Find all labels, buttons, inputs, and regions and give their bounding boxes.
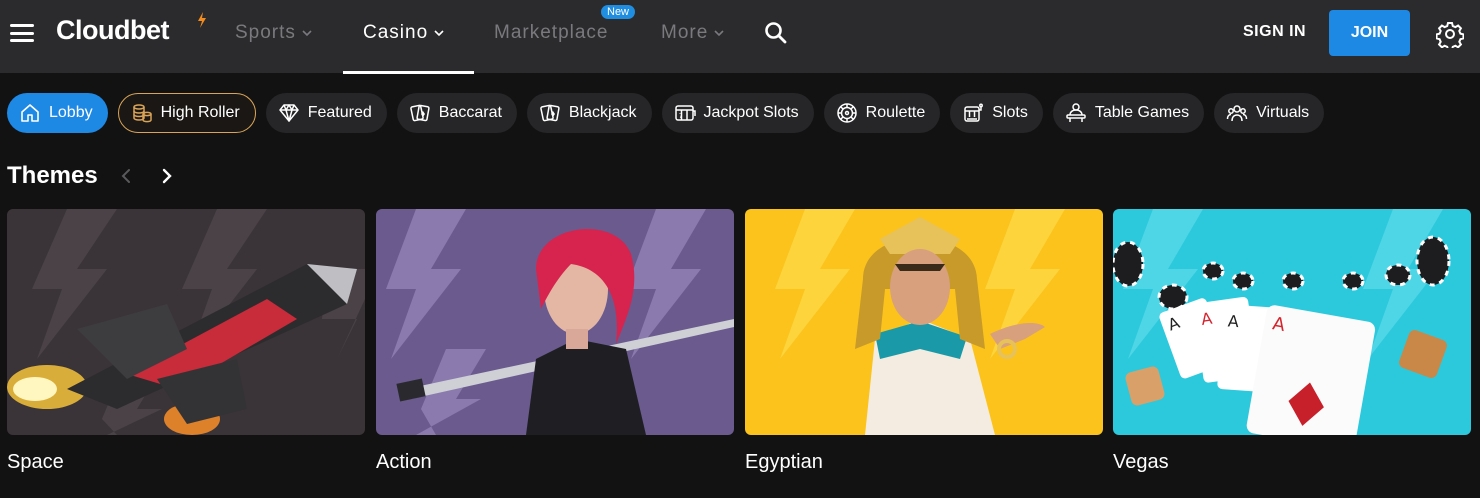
active-tab-indicator: [343, 71, 474, 74]
virtuals-icon: [1226, 105, 1248, 122]
chip-label: Table Games: [1094, 104, 1190, 121]
chevron-down-icon: [714, 30, 724, 37]
egyptian-queen-image: [745, 209, 1103, 435]
theme-card-label: Action: [376, 451, 432, 473]
jackpot-icon: 7: [674, 105, 696, 121]
svg-text:7: 7: [678, 113, 682, 120]
chevron-down-icon: [434, 30, 444, 37]
nav-casino-label: Casino: [363, 22, 429, 43]
chip-label: Featured: [307, 104, 372, 121]
cards-icon: [540, 104, 560, 122]
roulette-icon: [836, 103, 857, 123]
vegas-cards-chips-image: A A A A: [1113, 209, 1471, 435]
chip-lobby[interactable]: Lobby: [7, 93, 108, 133]
top-navigation-bar: Cloudbet Sports Casino Marketplace New M…: [0, 0, 1480, 74]
chip-label: Slots: [992, 104, 1028, 121]
theme-card-label: Vegas: [1113, 451, 1169, 473]
theme-card-label: Egyptian: [745, 451, 823, 473]
chip-high-roller[interactable]: High Roller: [117, 93, 256, 133]
nav-more[interactable]: More: [661, 22, 724, 44]
chip-label: Blackjack: [568, 104, 637, 121]
chip-featured[interactable]: Featured: [265, 93, 387, 133]
chip-blackjack[interactable]: Blackjack: [526, 93, 652, 133]
diamond-icon: [278, 104, 299, 122]
theme-card-egyptian[interactable]: [745, 209, 1103, 435]
chip-label: Virtuals: [1256, 104, 1310, 121]
svg-text:A: A: [1227, 311, 1239, 331]
chip-label: Baccarat: [438, 104, 502, 121]
sign-in-button[interactable]: SIGN IN: [1243, 23, 1306, 41]
cards-icon: [409, 104, 430, 122]
chip-jackpot-slots[interactable]: 7 Jackpot Slots: [661, 93, 814, 133]
coins-icon: [132, 104, 152, 123]
chevron-left-icon[interactable]: [117, 166, 135, 186]
nav-marketplace-label: Marketplace: [494, 22, 609, 43]
themes-heading: Themes: [7, 162, 98, 189]
chip-label: Jackpot Slots: [703, 104, 799, 121]
cloudbet-logo[interactable]: Cloudbet: [56, 15, 169, 46]
search-icon[interactable]: [763, 20, 789, 46]
theme-card-action[interactable]: [376, 209, 734, 435]
home-icon: [21, 104, 39, 122]
chip-roulette[interactable]: Roulette: [823, 93, 941, 133]
new-badge: New: [601, 5, 636, 19]
chip-baccarat[interactable]: Baccarat: [396, 93, 517, 133]
chip-virtuals[interactable]: Virtuals: [1214, 93, 1325, 133]
chip-table-games[interactable]: Table Games: [1052, 93, 1205, 133]
nav-marketplace[interactable]: Marketplace: [494, 22, 609, 44]
chip-label: Roulette: [865, 104, 926, 121]
dealer-icon: [1066, 103, 1086, 122]
hamburger-menu-icon[interactable]: [10, 24, 34, 42]
theme-card-label: Space: [7, 451, 64, 473]
chevron-down-icon: [302, 30, 312, 37]
chip-slots[interactable]: Slots: [950, 93, 1043, 133]
chip-label: High Roller: [160, 104, 240, 121]
nav-sports[interactable]: Sports: [235, 22, 312, 44]
action-heroine-image: [376, 209, 734, 435]
category-chip-bar: Lobby High Roller Featured Baccarat Blac…: [7, 93, 1325, 133]
space-rocket-image: [7, 209, 365, 435]
nav-sports-label: Sports: [235, 22, 296, 43]
theme-card-space[interactable]: [7, 209, 365, 435]
chevron-right-icon[interactable]: [158, 166, 176, 186]
lightning-icon: [198, 12, 206, 28]
gear-icon[interactable]: [1436, 20, 1464, 48]
nav-more-label: More: [661, 22, 709, 43]
slot-machine-icon: [964, 103, 984, 122]
chip-label: Lobby: [49, 104, 93, 121]
theme-card-vegas[interactable]: A A A A: [1113, 209, 1471, 435]
nav-casino[interactable]: Casino: [363, 22, 444, 44]
join-button[interactable]: JOIN: [1329, 10, 1410, 56]
